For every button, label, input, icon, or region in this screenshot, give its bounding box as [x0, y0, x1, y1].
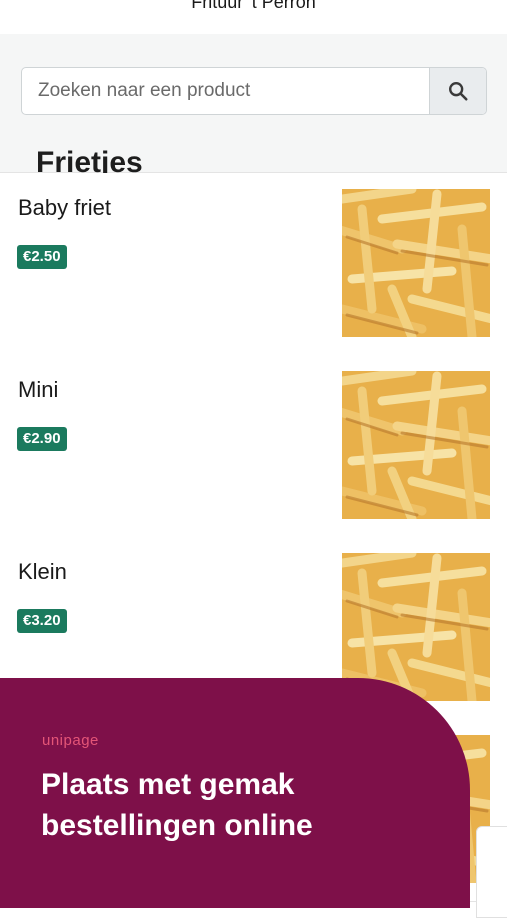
- product-image: [342, 371, 490, 519]
- product-image: [342, 189, 490, 337]
- search-section: Frietjes: [0, 34, 507, 179]
- product-name: Baby friet: [18, 195, 111, 220]
- price-badge: €2.90: [17, 427, 67, 451]
- product-item[interactable]: Mini €2.90: [0, 355, 507, 538]
- search-bar: [21, 67, 487, 115]
- unipage-logo: unipage: [42, 732, 99, 749]
- product-name: Mini: [18, 377, 59, 402]
- floating-widget[interactable]: [476, 826, 507, 918]
- product-name: Klein: [18, 559, 67, 584]
- price-badge: €2.50: [17, 245, 67, 269]
- product-item[interactable]: Baby friet €2.50: [0, 173, 507, 356]
- search-icon: [449, 82, 468, 101]
- banner-headline: Plaats met gemak bestellingen online: [41, 768, 313, 842]
- search-input[interactable]: [22, 68, 429, 114]
- top-bar: Frituur 't Perron: [0, 0, 507, 35]
- search-button[interactable]: [429, 68, 486, 114]
- unipage-promo-banner[interactable]: unipage Plaats met gemak bestellingen on…: [0, 678, 470, 908]
- price-badge: €3.20: [17, 609, 67, 633]
- restaurant-title: Frituur 't Perron: [191, 0, 316, 12]
